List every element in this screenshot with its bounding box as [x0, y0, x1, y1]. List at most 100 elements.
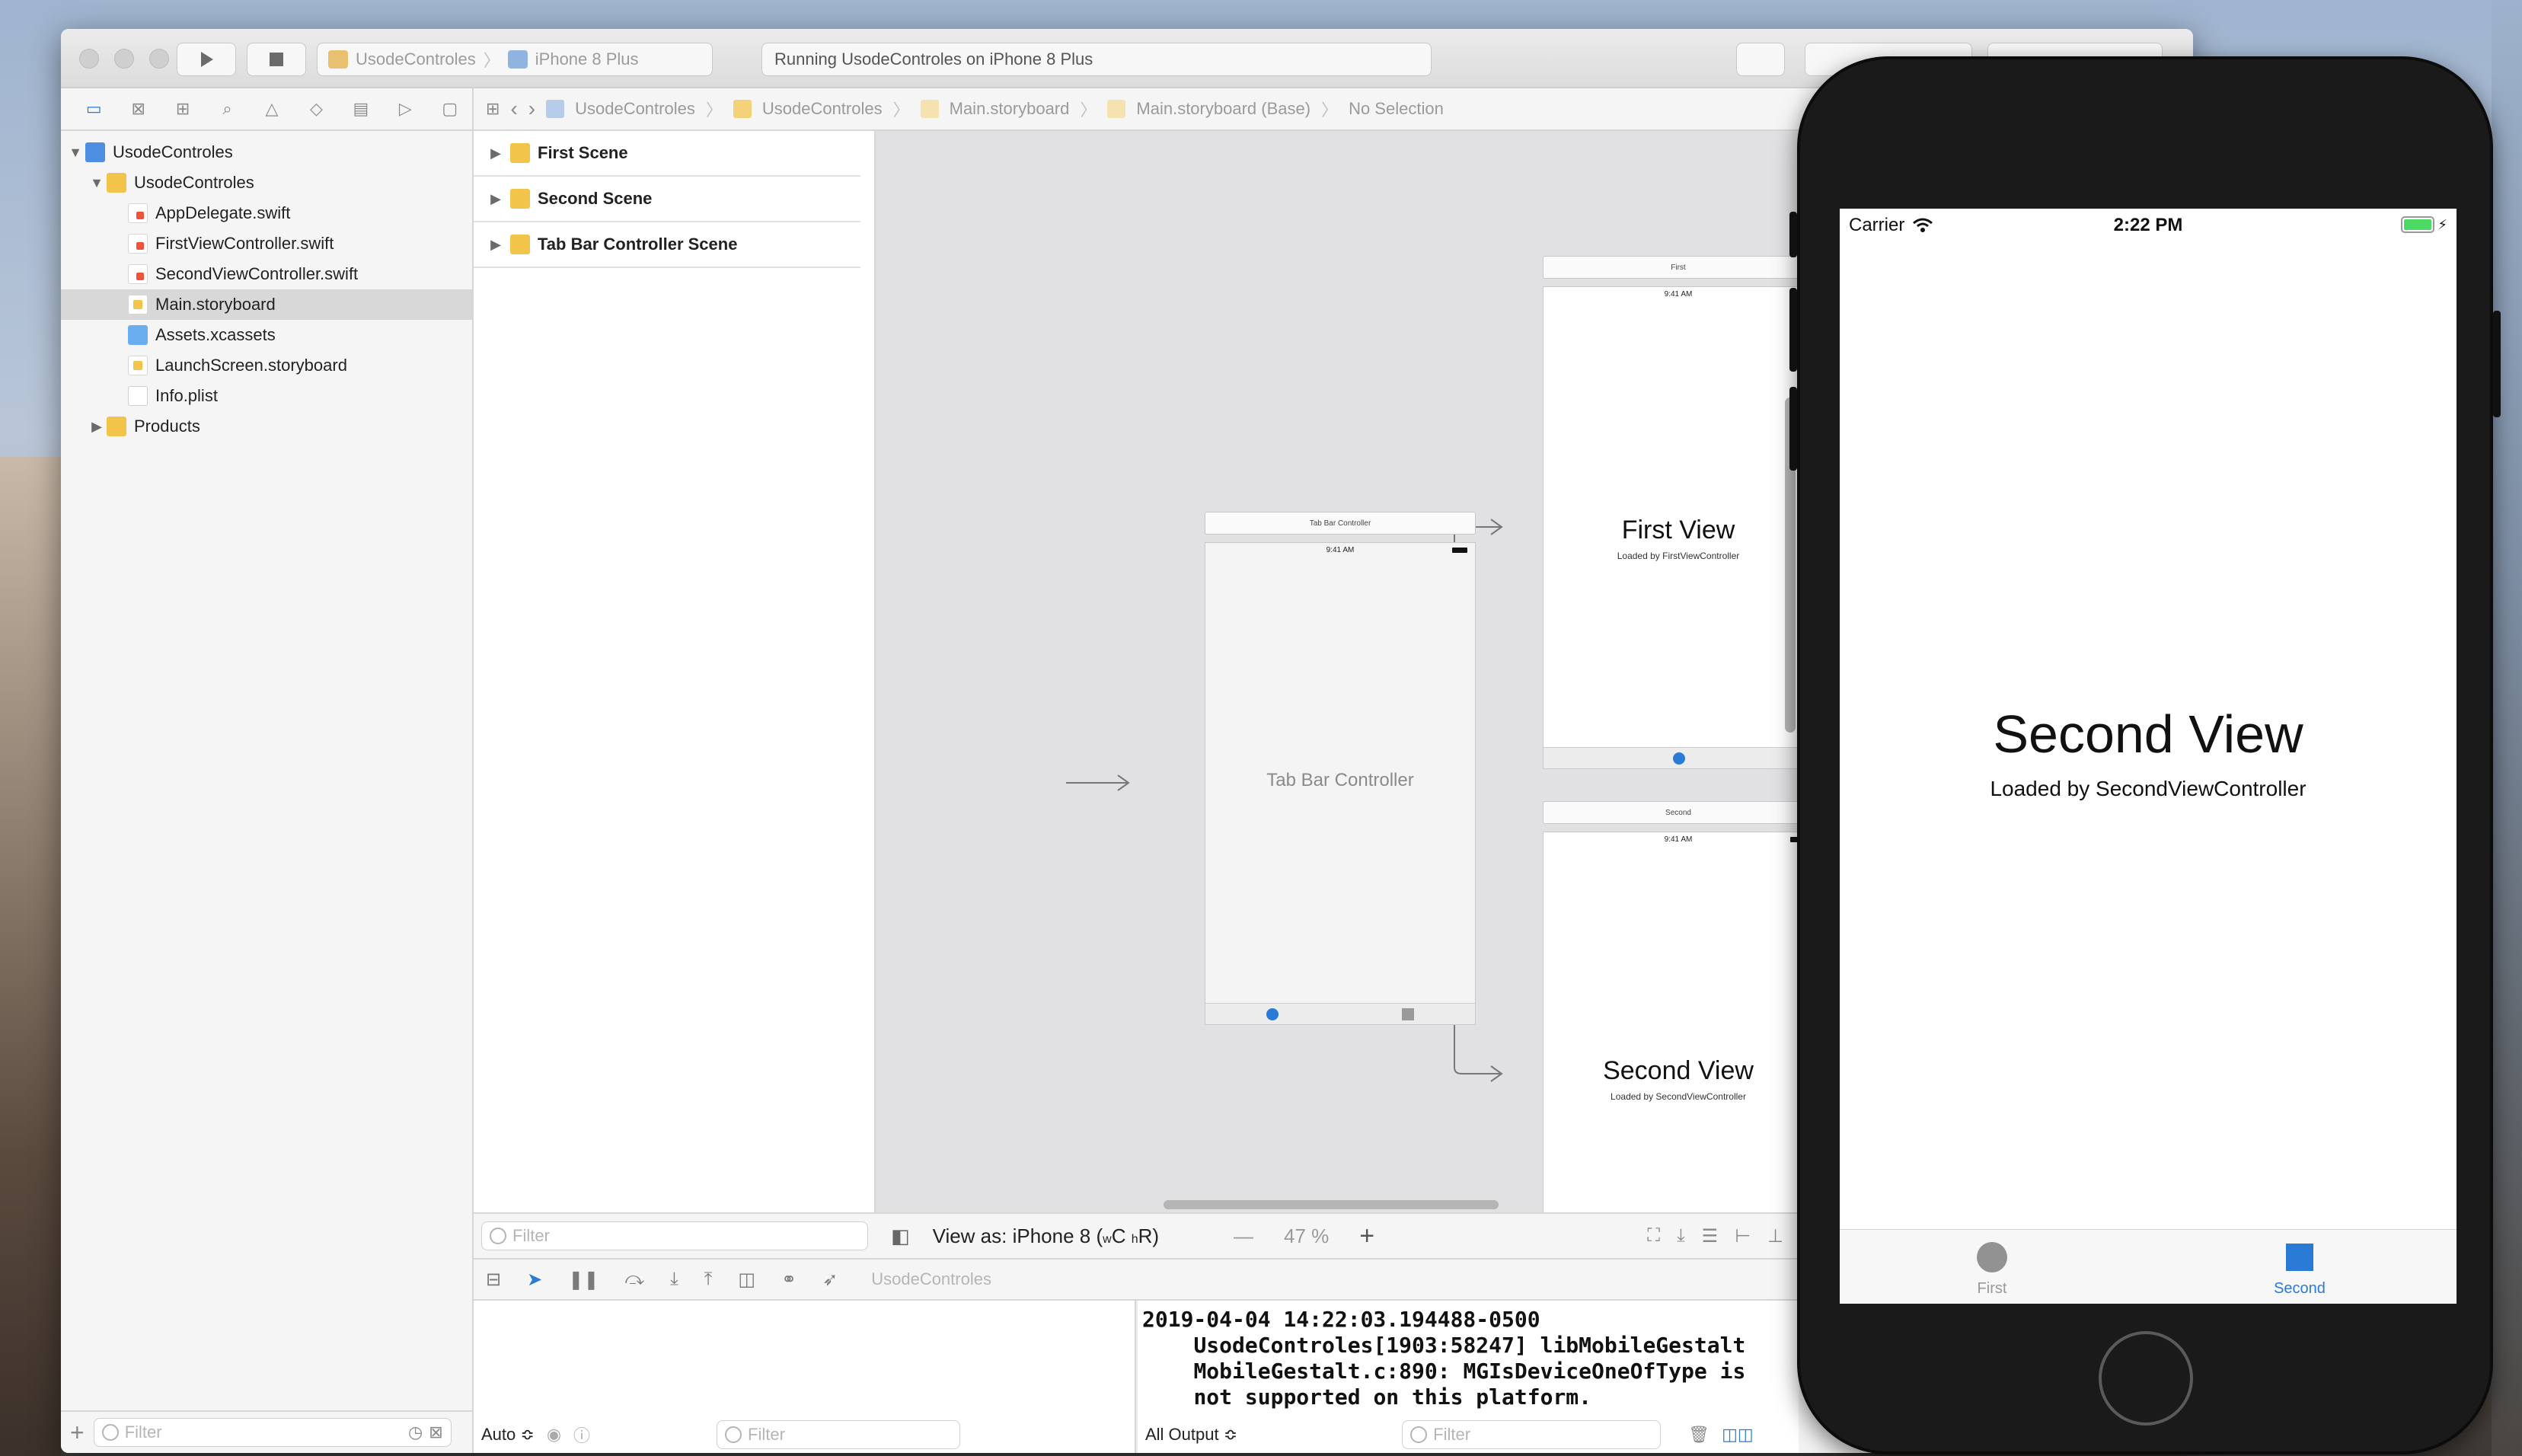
first-scene-title[interactable]: First — [1543, 256, 1799, 279]
scroll-thumb[interactable] — [1164, 1200, 1499, 1209]
trash-icon[interactable]: 🗑 — [1688, 1425, 1710, 1445]
folder-icon — [733, 100, 752, 118]
zoom-in-button[interactable]: + — [1359, 1221, 1374, 1251]
second-scene[interactable]: 9:41 AM Second View Loaded by SecondView… — [1543, 832, 1799, 1212]
variables-filter-field[interactable]: Filter — [717, 1420, 961, 1449]
storyboard-canvas[interactable]: Tab Bar Controller 9:41 AM Tab Bar Contr… — [876, 131, 1799, 1212]
disclosure-triangle-icon[interactable]: ▼ — [65, 145, 85, 161]
scheme-selector[interactable]: UsodeControles 〉 iPhone 8 Plus — [317, 43, 713, 76]
tab-first[interactable]: First — [1916, 1242, 2068, 1298]
add-icon[interactable]: + — [70, 1419, 85, 1447]
embed-in-icon[interactable]: ⤓ — [1677, 1225, 1685, 1247]
folder-icon — [107, 173, 126, 193]
home-button[interactable] — [2099, 1331, 2193, 1426]
disclosure-triangle-icon[interactable]: ▶ — [486, 145, 506, 161]
second-scene-title[interactable]: Second — [1543, 801, 1799, 824]
view-debugger-icon[interactable]: ◫ — [738, 1269, 755, 1291]
add-constraints-icon[interactable]: ⊢ — [1735, 1225, 1751, 1247]
output-selector[interactable]: All Output ≎ — [1145, 1425, 1237, 1445]
simulator-screen[interactable]: Carrier 2:22 PM ⚡ Second View Loaded by … — [1840, 209, 2457, 1304]
breadcrumb-item[interactable]: Main.storyboard — [950, 99, 1070, 119]
breakpoints-toggle-icon[interactable]: ➤ — [527, 1269, 542, 1291]
memory-graph-icon[interactable]: ⚭ — [781, 1269, 797, 1291]
chevron-right-icon: 〉 — [892, 101, 910, 120]
pause-icon[interactable]: ❚❚ — [568, 1269, 599, 1291]
activity-text: Running UsodeControles on iPhone 8 Plus — [774, 49, 1093, 69]
horizontal-scrollbar[interactable] — [876, 1193, 1799, 1212]
volume-up-button[interactable] — [1789, 288, 1797, 372]
step-out-icon[interactable]: ⤒ — [704, 1269, 713, 1290]
zoom-out-button[interactable]: — — [1234, 1225, 1253, 1248]
location-icon[interactable]: ➶ — [822, 1269, 838, 1291]
first-scene[interactable]: 9:41 AM First View Loaded by FirstViewCo… — [1543, 286, 1799, 769]
breadcrumb-item[interactable]: UsodeControles — [762, 99, 883, 119]
outline-scene[interactable]: ▶ Tab Bar Controller Scene — [474, 222, 860, 268]
hide-debug-area-icon[interactable]: ⊟ — [486, 1269, 501, 1291]
volume-down-button[interactable] — [1789, 387, 1797, 471]
report-icon[interactable]: ▢ — [428, 94, 472, 124]
search-icon[interactable]: ⌕ — [205, 94, 249, 124]
console-filter-field[interactable]: Filter — [1402, 1420, 1662, 1449]
disclosure-triangle-icon[interactable]: ▶ — [486, 191, 506, 207]
folder-icon[interactable]: ▭ — [72, 94, 116, 124]
disclosure-triangle-icon[interactable]: ▶ — [87, 419, 107, 435]
tree-row-file[interactable]: SecondViewController.swift — [61, 259, 472, 289]
outline-toggle-icon[interactable]: ◧ — [891, 1225, 910, 1248]
tab-second[interactable]: Second — [2224, 1242, 2376, 1298]
chevron-right-icon: 〉 — [705, 101, 723, 120]
back-arrow-icon[interactable]: ‹ — [510, 97, 517, 121]
breadcrumb-item[interactable]: UsodeControles — [575, 99, 695, 119]
align-icon[interactable]: ☰ — [1702, 1225, 1719, 1247]
step-into-icon[interactable]: ⤓ — [670, 1269, 678, 1290]
debug-process-crumb[interactable]: UsodeControles — [871, 1269, 991, 1289]
run-button[interactable] — [177, 43, 236, 76]
tree-row-file-selected[interactable]: Main.storyboard — [61, 289, 472, 320]
auto-selector[interactable]: Auto ≎ — [481, 1425, 535, 1445]
tree-row-file[interactable]: Assets.xcassets — [61, 320, 472, 350]
tree-row-file[interactable]: AppDelegate.swift — [61, 198, 472, 228]
recent-files-icon[interactable]: ◷ — [408, 1422, 423, 1442]
outline-filter-field[interactable]: Filter — [481, 1221, 868, 1250]
warning-icon[interactable]: △ — [250, 94, 294, 124]
outline-scene[interactable]: ▶ First Scene — [474, 131, 860, 177]
tab-second-icon — [1402, 1008, 1414, 1020]
library-button[interactable] — [1736, 43, 1785, 76]
power-button[interactable] — [2493, 311, 2501, 417]
tree-row-file[interactable]: FirstViewController.swift — [61, 228, 472, 259]
tree-row-file[interactable]: Info.plist — [61, 381, 472, 411]
update-frames-icon[interactable]: ⛶ — [1647, 1225, 1660, 1247]
disclosure-triangle-icon[interactable]: ▶ — [486, 237, 506, 253]
filter-icon — [490, 1228, 506, 1244]
breadcrumb-item[interactable]: No Selection — [1349, 99, 1444, 119]
tree-row-project[interactable]: ▼ UsodeControles — [61, 137, 472, 168]
eye-icon[interactable]: ◉ — [547, 1425, 561, 1445]
tab-bar-controller-label: Tab Bar Controller — [1266, 770, 1414, 790]
tab-bar-controller-title[interactable]: Tab Bar Controller — [1205, 512, 1476, 535]
outline-scene[interactable]: ▶ Second Scene — [474, 177, 860, 222]
test-icon[interactable]: ◇ — [294, 94, 338, 124]
debug-icon[interactable]: ▤ — [339, 94, 383, 124]
mute-switch[interactable] — [1789, 212, 1797, 257]
close-window-button[interactable] — [79, 49, 99, 69]
disclosure-triangle-icon[interactable]: ▼ — [87, 175, 107, 191]
source-control-icon[interactable]: ⊠ — [116, 94, 160, 124]
zoom-window-button[interactable] — [149, 49, 169, 69]
navigator-filter-field[interactable]: Filter ◷ ⊠ — [93, 1418, 452, 1447]
symbol-icon[interactable]: ⊞ — [161, 94, 205, 124]
view-as-label[interactable]: View as: iPhone 8 (wC hR) — [933, 1225, 1159, 1248]
source-control-filter-icon[interactable]: ⊠ — [429, 1422, 442, 1442]
tree-row-file[interactable]: LaunchScreen.storyboard — [61, 350, 472, 381]
tree-row-group[interactable]: ▼ UsodeControles — [61, 168, 472, 198]
minimize-window-button[interactable] — [114, 49, 134, 69]
resolve-issues-icon[interactable]: ⊥ — [1767, 1225, 1783, 1247]
step-over-icon[interactable]: ⤼ — [624, 1269, 644, 1290]
breadcrumb-item[interactable]: Main.storyboard (Base) — [1136, 99, 1310, 119]
split-view-icon[interactable]: ◫◫ — [1722, 1425, 1754, 1445]
tree-row-group[interactable]: ▶ Products — [61, 411, 472, 442]
breakpoint-icon[interactable]: ▷ — [383, 94, 427, 124]
tab-bar-controller-scene[interactable]: 9:41 AM Tab Bar Controller — [1205, 542, 1476, 1025]
stop-button[interactable] — [247, 43, 306, 76]
forward-arrow-icon[interactable]: › — [528, 97, 535, 121]
info-icon[interactable]: ⓘ — [573, 1422, 590, 1447]
related-items-icon[interactable]: ⊞ — [486, 99, 500, 119]
